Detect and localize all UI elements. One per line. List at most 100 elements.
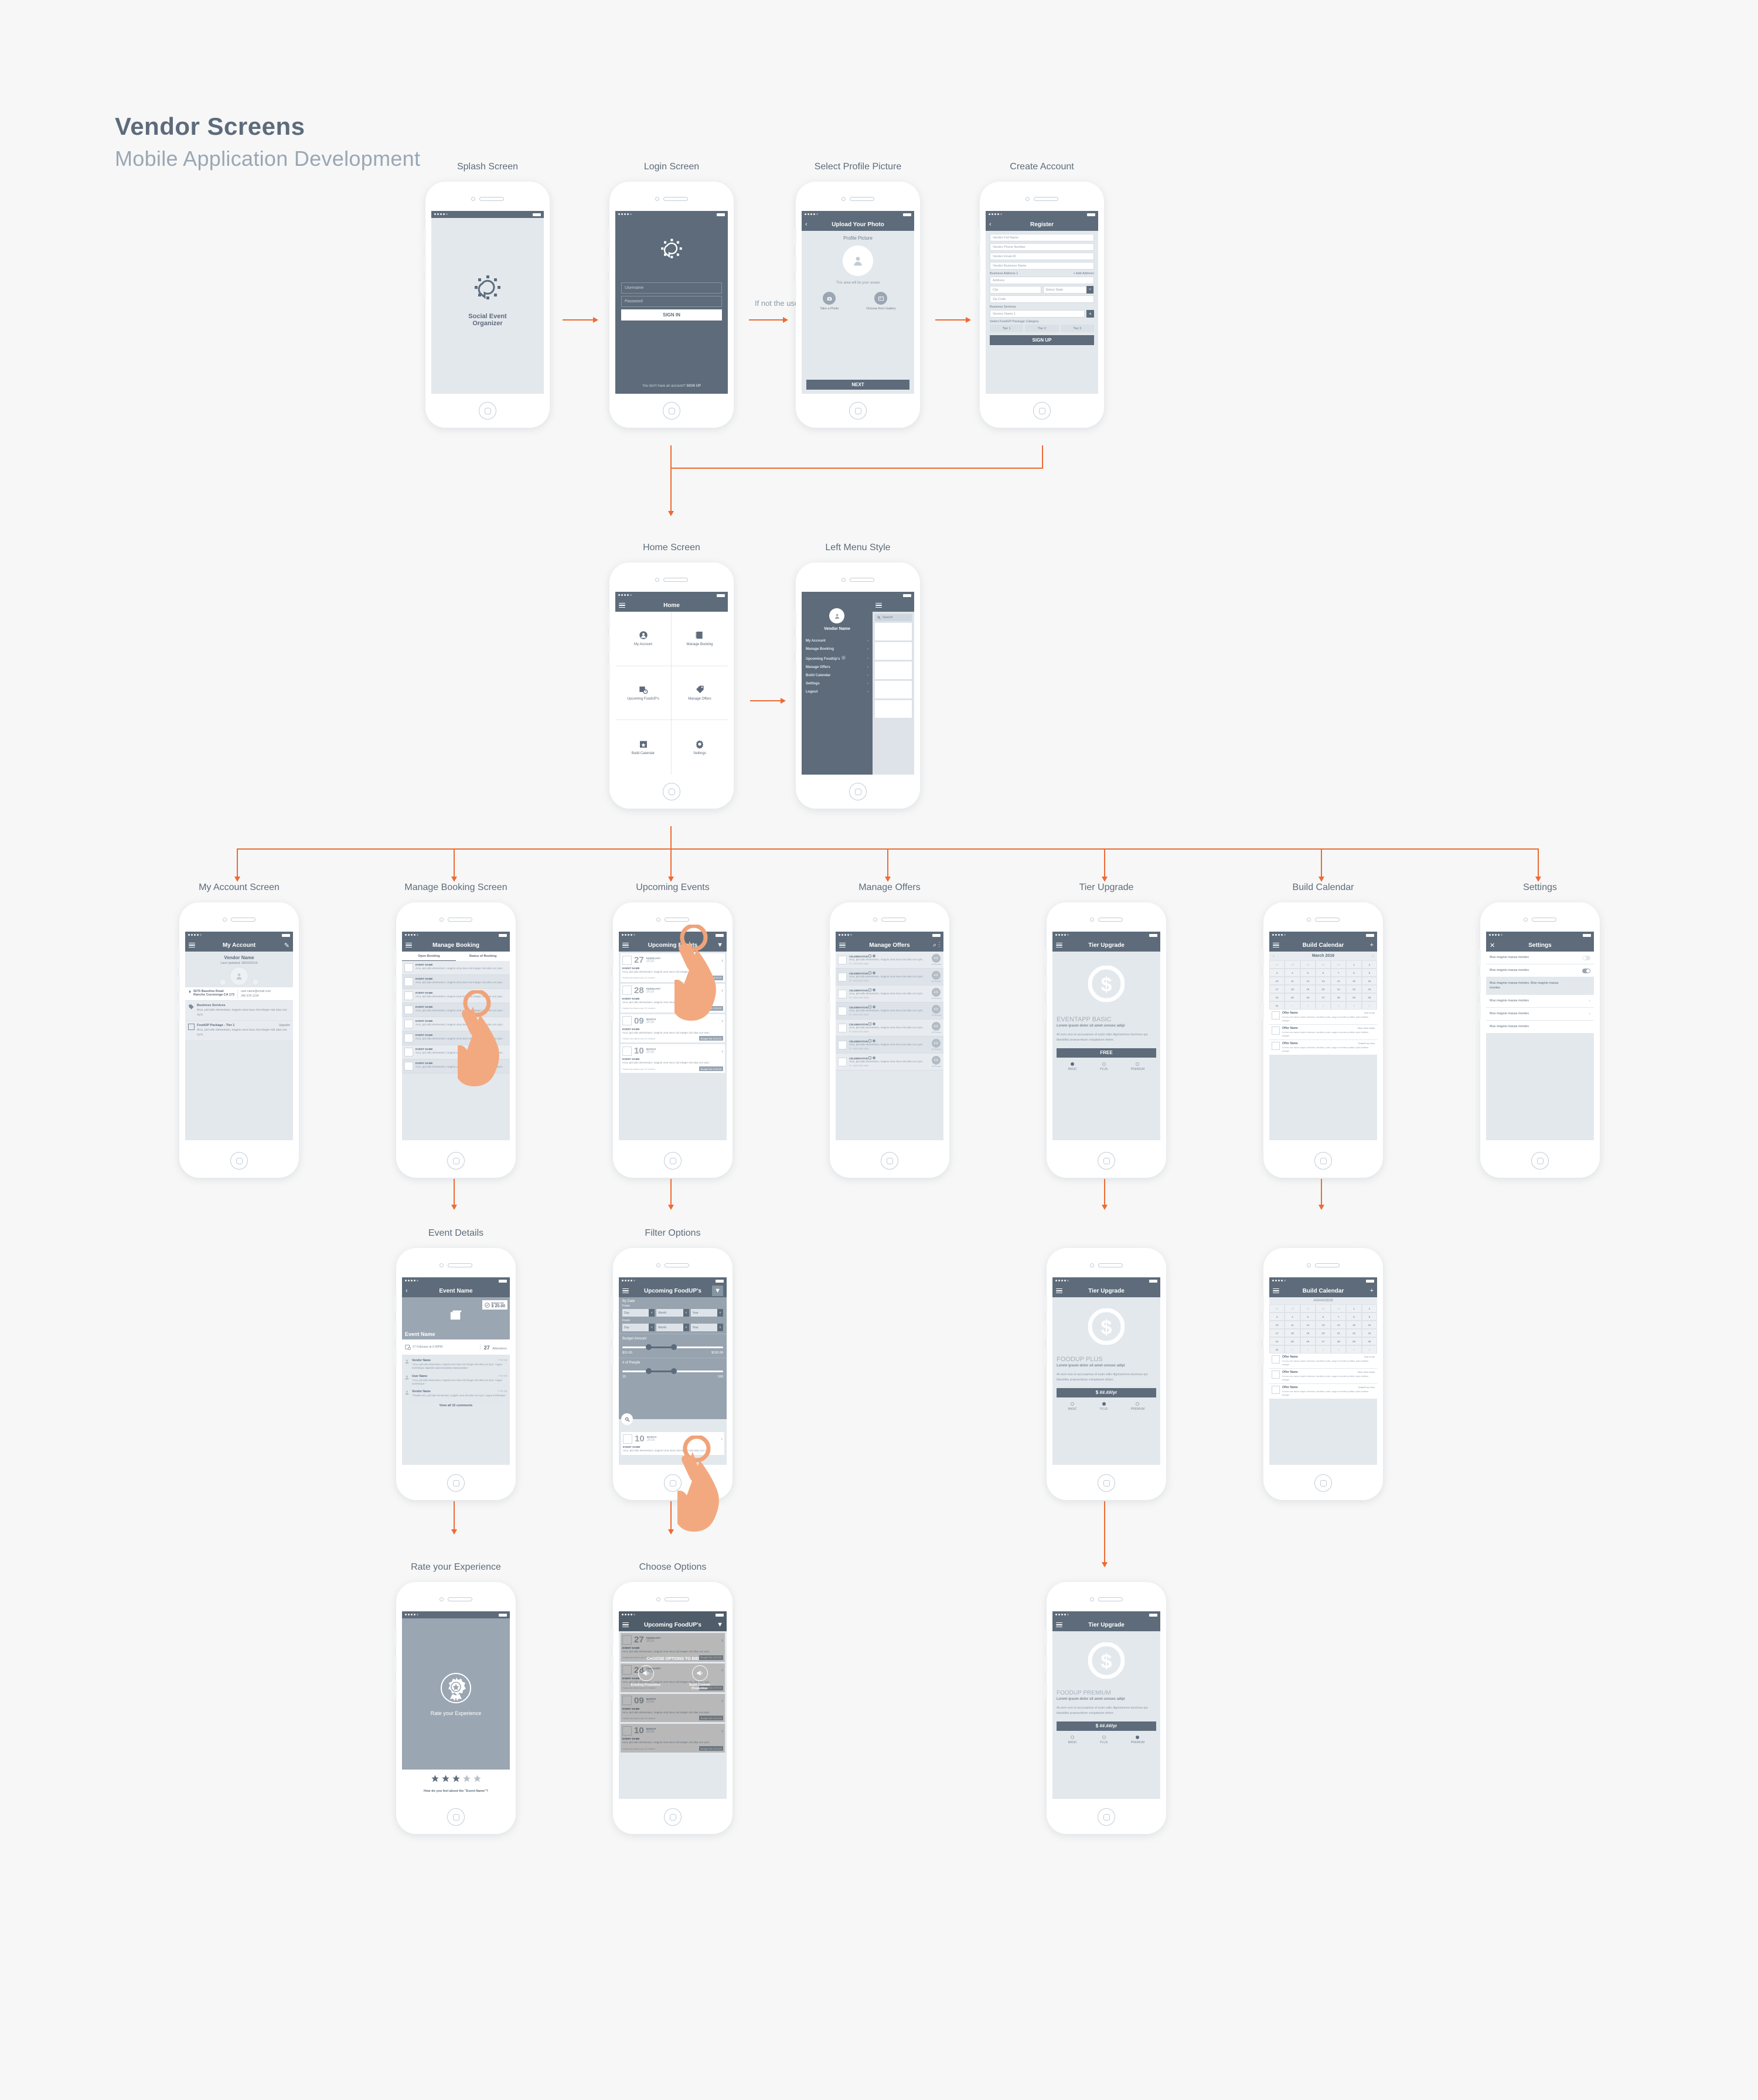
- calendar-day[interactable]: 6: [1315, 969, 1331, 977]
- calendar-day[interactable]: 22: [1346, 985, 1362, 993]
- rating-star-2[interactable]: [441, 1774, 450, 1786]
- plan-price-button[interactable]: FREE: [1057, 1048, 1156, 1058]
- event-card[interactable]: 09 MARCH 2016 › EVENT NAME Arcu, pid odio ele…: [621, 1693, 725, 1723]
- hamburger-icon[interactable]: [189, 942, 195, 949]
- home-button[interactable]: [479, 402, 496, 420]
- signup-button[interactable]: SIGN UP: [990, 335, 1094, 345]
- calendar-day[interactable]: 6: [1361, 1001, 1377, 1010]
- menu-item-settings[interactable]: Settings ›: [802, 680, 873, 688]
- home-tile-my-account[interactable]: My Account: [615, 612, 672, 666]
- calendar-day[interactable]: 26: [1300, 1337, 1316, 1345]
- search-fab[interactable]: [621, 1413, 633, 1425]
- calendar-offer-row[interactable]: Offer Name %off of bill A eros nec lacus t…: [1269, 1354, 1377, 1369]
- rating-star-4[interactable]: [462, 1774, 471, 1786]
- search-input[interactable]: Search: [874, 614, 912, 621]
- rating-star-5[interactable]: [473, 1774, 482, 1786]
- calendar-day[interactable]: 7: [1331, 1312, 1347, 1321]
- home-button[interactable]: [663, 783, 680, 800]
- gear-icon[interactable]: [872, 954, 875, 957]
- take-photo-button[interactable]: Take a Photo: [820, 292, 839, 311]
- menu-item-logout[interactable]: Logout ›: [802, 688, 873, 696]
- overflow-menu-icon[interactable]: ⋮: [938, 942, 940, 949]
- calendar-day[interactable]: 19: [1300, 1329, 1316, 1337]
- calendar-day[interactable]: 4: [1331, 1001, 1347, 1010]
- username-input[interactable]: Username: [621, 282, 722, 294]
- home-button[interactable]: [664, 1808, 682, 1826]
- hamburger-icon[interactable]: [622, 942, 629, 949]
- calendar-day[interactable]: 14: [1331, 977, 1347, 985]
- back-icon[interactable]: ‹: [989, 221, 992, 228]
- calendar-day[interactable]: 26: [1300, 993, 1316, 1001]
- calendar-offer-row[interactable]: Offer Name %off of bill A eros nec lacus t…: [1269, 1010, 1377, 1025]
- offer-row[interactable]: CELEBRATION Arcu, pid odio elementum, ma…: [836, 1003, 943, 1020]
- filter-select-month[interactable]: Month ˅: [656, 1309, 689, 1317]
- gear-icon[interactable]: [872, 988, 875, 991]
- booking-row[interactable]: EVENT NAME Arcu, pid odio elementum, magn…: [402, 961, 510, 975]
- add-icon[interactable]: +: [1370, 942, 1374, 949]
- add-address-link[interactable]: + Add Address: [1073, 272, 1094, 275]
- calendar-day[interactable]: 2: [1361, 960, 1377, 969]
- add-service-button[interactable]: +: [1086, 310, 1094, 318]
- avatar[interactable]: [843, 246, 873, 276]
- calendar-day[interactable]: 4: [1331, 1345, 1347, 1354]
- calendar-day[interactable]: 8: [1346, 1312, 1362, 1321]
- calendar-day[interactable]: 3: [1315, 1345, 1331, 1354]
- calendar-day[interactable]: 5: [1346, 1345, 1362, 1354]
- avatar[interactable]: [829, 608, 845, 623]
- calendar-day[interactable]: 16: [1361, 977, 1377, 985]
- calendar-day[interactable]: 10: [1269, 977, 1285, 985]
- event-card[interactable]: 27 FEBRUARY 2016 › EVENT NAME Arcu, pid odio …: [621, 953, 725, 982]
- hamburger-icon[interactable]: [875, 602, 882, 609]
- home-tile-manage-booking[interactable]: Manage Booking: [672, 612, 728, 666]
- calendar-day[interactable]: 2: [1300, 1345, 1316, 1354]
- gear-icon[interactable]: [872, 1005, 875, 1008]
- filter-icon[interactable]: ▼: [717, 942, 723, 949]
- calendar-day[interactable]: 18: [1285, 985, 1300, 993]
- signup-link[interactable]: SIGN UP: [686, 384, 701, 388]
- offer-row[interactable]: CELEBRATION Arcu, pid odio elementum, ma…: [836, 1037, 943, 1054]
- hamburger-icon[interactable]: [1273, 1287, 1279, 1294]
- calendar-day[interactable]: 28: [1269, 960, 1285, 969]
- register-field-0[interactable]: Vendor Full Name: [990, 234, 1094, 241]
- hamburger-icon[interactable]: [1273, 942, 1279, 949]
- tier-tab-plus[interactable]: PLUS: [1100, 1735, 1108, 1744]
- calendar-day[interactable]: 18: [1285, 1329, 1300, 1337]
- back-icon[interactable]: ‹: [406, 1287, 408, 1294]
- hamburger-icon[interactable]: [839, 942, 846, 949]
- home-button[interactable]: [664, 1152, 682, 1170]
- home-button[interactable]: [1314, 1474, 1332, 1492]
- tier-option-2[interactable]: Tier 3: [1060, 325, 1094, 332]
- edit-icon[interactable]: [868, 971, 872, 974]
- booking-row[interactable]: EVENT NAME Arcu, pid odio elementum, magn…: [402, 1031, 510, 1045]
- edit-icon[interactable]: [868, 1056, 872, 1059]
- filter-icon[interactable]: ▼: [717, 1621, 723, 1628]
- calendar-day[interactable]: 3: [1315, 1001, 1331, 1010]
- tier-tab-basic[interactable]: BASIC: [1068, 1735, 1077, 1744]
- settings-toggle[interactable]: [1582, 968, 1590, 973]
- hamburger-icon[interactable]: [1056, 942, 1062, 949]
- edit-icon[interactable]: [868, 988, 872, 991]
- calendar-day[interactable]: 11: [1285, 1321, 1300, 1329]
- calendar-day[interactable]: 12: [1300, 977, 1316, 985]
- rating-star-3[interactable]: [452, 1774, 461, 1786]
- home-tile-manage-offers[interactable]: Manage Offers: [672, 666, 728, 721]
- home-button[interactable]: [447, 1808, 465, 1826]
- gear-icon[interactable]: [872, 1022, 875, 1025]
- address-input[interactable]: Address: [990, 277, 1094, 284]
- calendar-day[interactable]: 16: [1361, 1321, 1377, 1329]
- hamburger-icon[interactable]: [622, 1621, 629, 1628]
- home-button[interactable]: [1098, 1808, 1115, 1826]
- tier-option-0[interactable]: Tier 1: [990, 325, 1024, 332]
- edit-icon[interactable]: [868, 1005, 872, 1008]
- calendar-day[interactable]: 30: [1331, 1304, 1347, 1312]
- calendar-day[interactable]: 25: [1285, 1337, 1300, 1345]
- calendar-day[interactable]: 1: [1285, 1345, 1300, 1354]
- settings-toggle[interactable]: [1582, 955, 1590, 960]
- calendar-day[interactable]: 3: [1269, 969, 1285, 977]
- calendar-day[interactable]: 2: [1300, 1001, 1316, 1010]
- filter-select-year[interactable]: Year ˅: [690, 1309, 723, 1317]
- edit-icon[interactable]: [868, 1022, 872, 1025]
- chevron-right-icon[interactable]: ›: [1589, 1012, 1590, 1016]
- calendar-day[interactable]: 3: [1269, 1312, 1285, 1321]
- calendar-day[interactable]: 7: [1331, 969, 1347, 977]
